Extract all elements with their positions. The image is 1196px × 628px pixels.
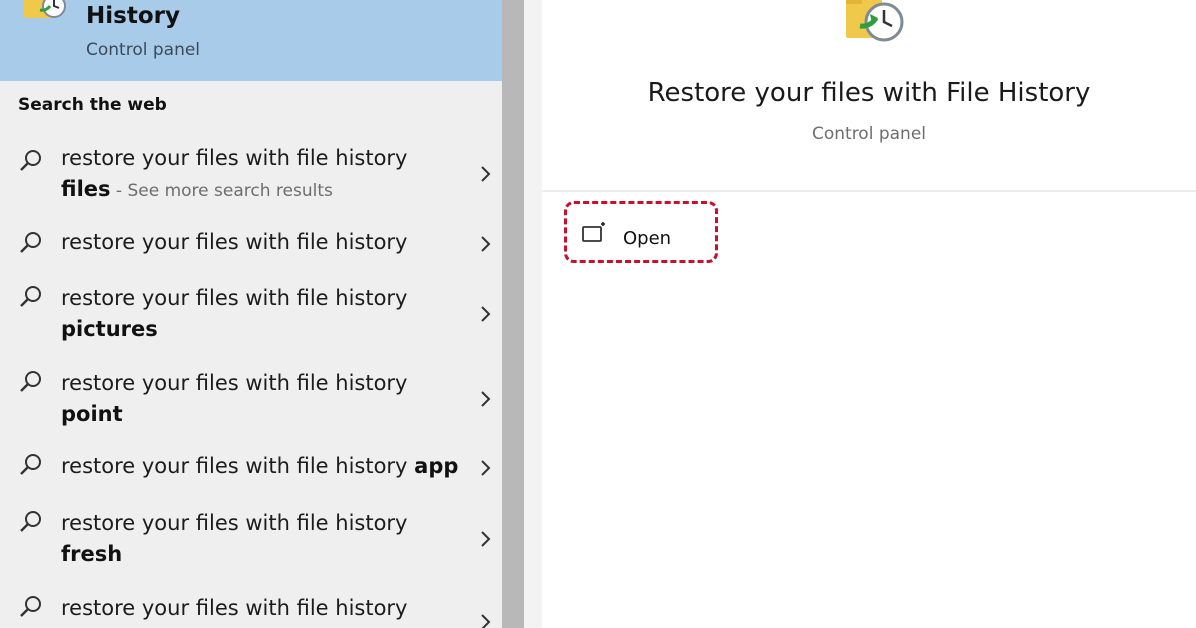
web-result-text: restore your files with file history (61, 146, 408, 170)
web-result-text: restore your files with file history app (61, 454, 459, 478)
web-result-text: restore your files with file history (61, 511, 408, 535)
best-match-subtitle: Control panel (86, 40, 201, 60)
best-match-title: History (86, 3, 180, 29)
chevron-right-icon (481, 391, 491, 407)
web-result-suffix: point (61, 402, 123, 426)
detail-title: Restore your files with File History (647, 78, 1091, 108)
chevron-right-icon (481, 614, 491, 628)
web-result-suffix: files - See more search results (61, 177, 333, 201)
pane-divider (502, 0, 524, 628)
web-result-item[interactable]: restore your files with file history pic… (0, 282, 502, 350)
web-result-item[interactable]: restore your files with file history (0, 592, 502, 628)
web-result-suffix: pictures (61, 317, 158, 341)
search-icon (20, 454, 41, 475)
search-icon (20, 596, 41, 617)
web-result-item[interactable]: restore your files with file history app (0, 450, 502, 494)
web-result-text: restore your files with file history (61, 286, 408, 310)
search-icon (20, 150, 41, 171)
search-icon (20, 371, 41, 392)
chevron-right-icon (481, 236, 491, 252)
web-result-item[interactable]: restore your files with file history poi… (0, 367, 502, 435)
see-more-hint: - See more search results (110, 181, 333, 201)
search-icon (20, 286, 41, 307)
chevron-right-icon (481, 166, 491, 182)
web-result-suffix: fresh (61, 542, 123, 566)
chevron-right-icon (481, 460, 491, 476)
search-web-heading: Search the web (18, 95, 167, 115)
file-history-icon (846, 0, 904, 42)
search-icon (20, 511, 41, 532)
detail-card: Restore your files with File History Con… (542, 0, 1196, 628)
open-button[interactable]: Open (564, 201, 718, 263)
search-icon (20, 232, 41, 253)
file-history-icon (24, 0, 66, 18)
detail-subtitle: Control panel (811, 124, 927, 144)
web-result-bold-suffix: app (414, 454, 459, 478)
open-label: Open (623, 228, 672, 249)
web-result-item[interactable]: restore your files with file history fre… (0, 507, 502, 575)
chevron-right-icon (481, 531, 491, 547)
chevron-right-icon (481, 306, 491, 322)
best-match-result[interactable]: History Control panel (0, 0, 502, 81)
web-result-text: restore your files with file history (61, 596, 408, 620)
detail-separator (542, 190, 1196, 192)
search-results-pane: History Control panel Search the web res… (0, 0, 502, 628)
web-result-text: restore your files with file history (61, 230, 408, 254)
open-window-icon (582, 222, 605, 242)
web-result-item[interactable]: restore your files with file history (0, 222, 502, 266)
preview-pane: Restore your files with File History Con… (524, 0, 1196, 628)
web-result-text: restore your files with file history (61, 371, 408, 395)
web-result-item[interactable]: restore your files with file history fil… (0, 140, 502, 210)
